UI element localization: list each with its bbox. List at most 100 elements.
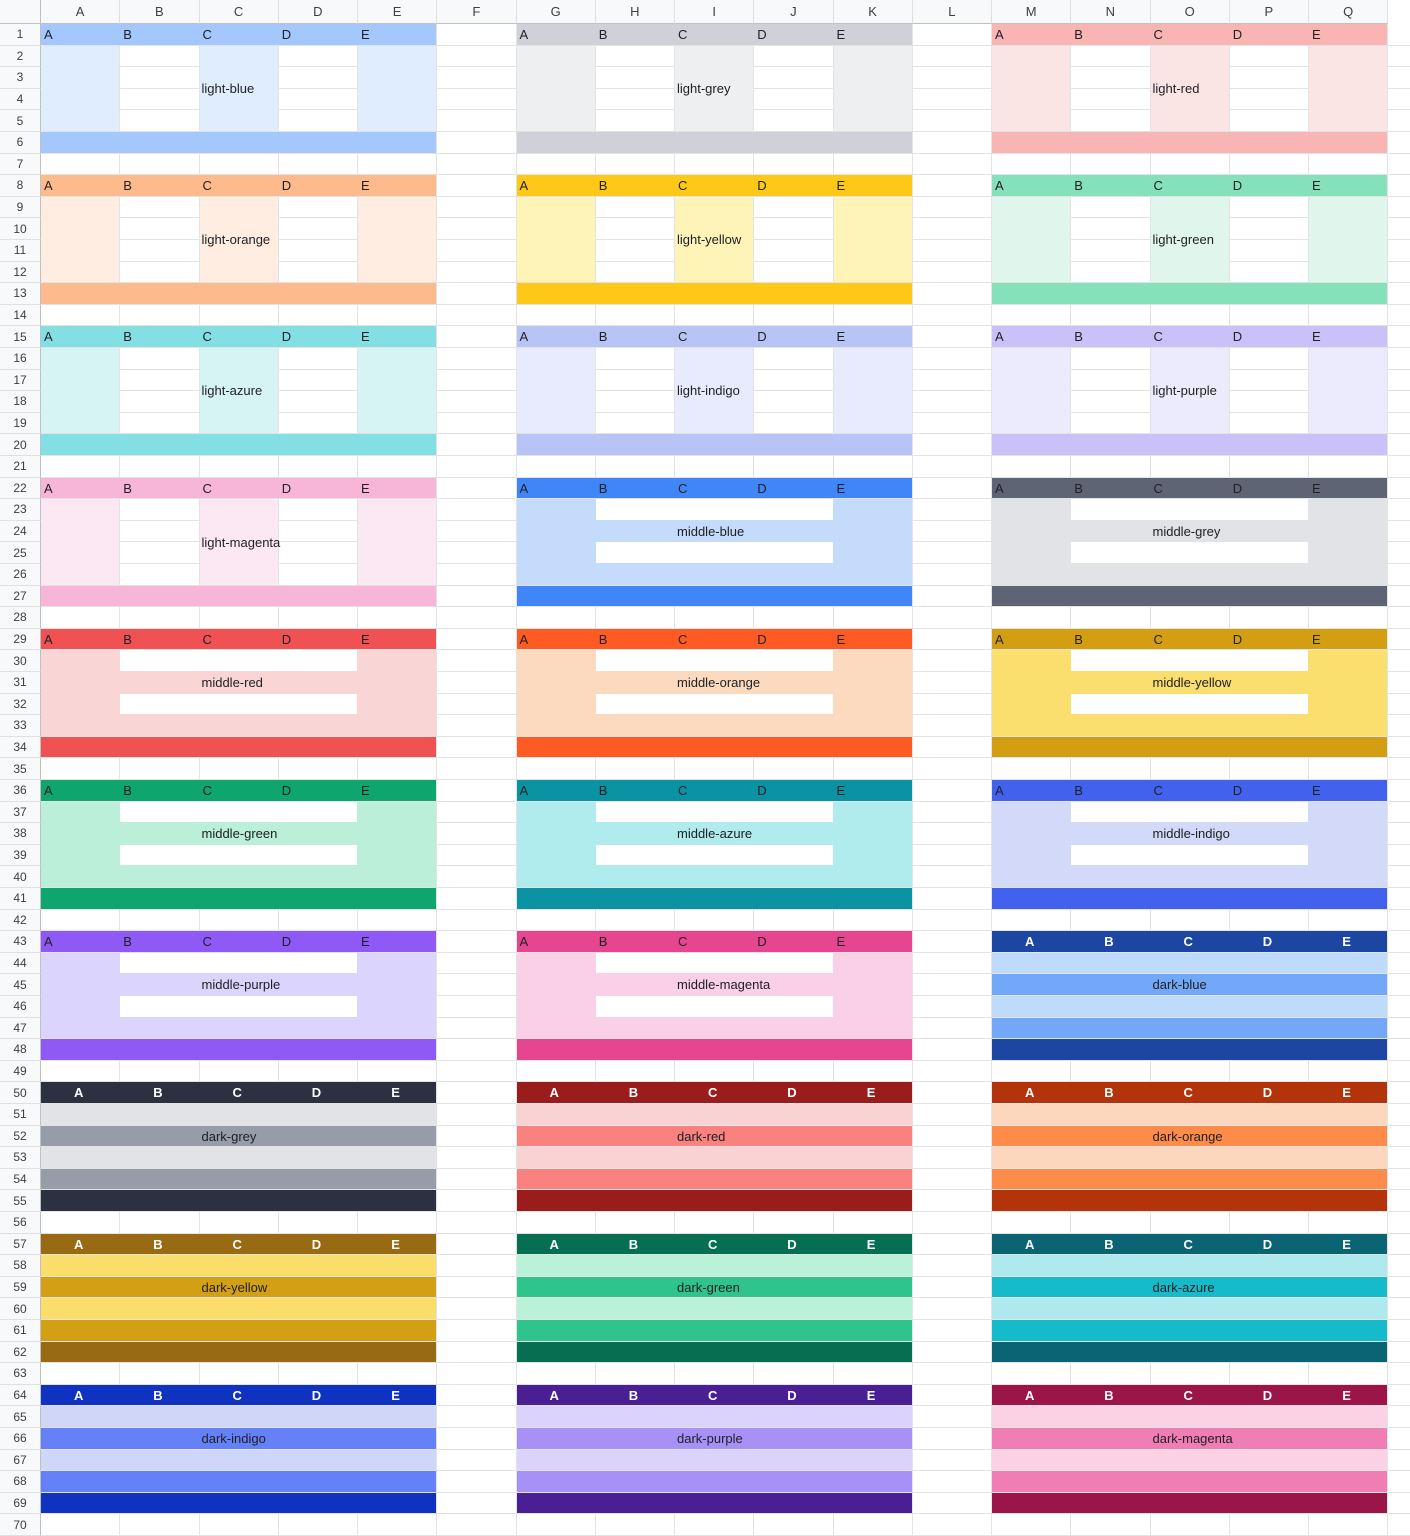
column-header-m[interactable]: M (992, 0, 1072, 24)
swatch-light-red-label: light-red (1152, 81, 1200, 96)
row-header-10[interactable]: 10 (0, 218, 41, 240)
row-header-56[interactable]: 56 (0, 1212, 41, 1234)
row-header-61[interactable]: 61 (0, 1320, 41, 1342)
row-header-1[interactable]: 1 (0, 24, 41, 46)
swatch-light-blue-footer-row (41, 132, 437, 153)
row-header-48[interactable]: 48 (0, 1039, 41, 1061)
row-header-31[interactable]: 31 (0, 672, 41, 694)
row-header-23[interactable]: 23 (0, 499, 41, 521)
row-header-2[interactable]: 2 (0, 45, 41, 68)
row-header-6[interactable]: 6 (0, 132, 41, 154)
row-header-49[interactable]: 49 (0, 1060, 41, 1083)
row-header-32[interactable]: 32 (0, 693, 41, 716)
row-header-12[interactable]: 12 (0, 261, 41, 284)
swatch-middle-green-header-row (41, 780, 437, 801)
row-header-70[interactable]: 70 (0, 1514, 41, 1536)
row-header-43[interactable]: 43 (0, 931, 41, 953)
row-header-50[interactable]: 50 (0, 1082, 41, 1104)
select-all-corner[interactable] (0, 0, 41, 24)
row-header-35[interactable]: 35 (0, 758, 41, 780)
row-header-47[interactable]: 47 (0, 1017, 41, 1040)
row-header-15[interactable]: 15 (0, 326, 41, 348)
column-header-a[interactable]: A (41, 0, 121, 24)
column-header-d[interactable]: D (278, 0, 358, 24)
row-header-9[interactable]: 9 (0, 196, 41, 219)
row-header-54[interactable]: 54 (0, 1168, 41, 1191)
row-header-38[interactable]: 38 (0, 823, 41, 845)
row-header-17[interactable]: 17 (0, 369, 41, 392)
column-header-k[interactable]: K (833, 0, 913, 24)
row-header-26[interactable]: 26 (0, 564, 41, 586)
row-header-37[interactable]: 37 (0, 801, 41, 824)
swatch-dark-magenta-band-row (992, 1406, 1388, 1427)
column-header-l[interactable]: L (912, 0, 992, 24)
row-header-36[interactable]: 36 (0, 780, 41, 802)
row-header-67[interactable]: 67 (0, 1449, 41, 1472)
column-header-e[interactable]: E (358, 0, 438, 24)
row-header-40[interactable]: 40 (0, 866, 41, 888)
row-header-22[interactable]: 22 (0, 477, 41, 500)
row-header-24[interactable]: 24 (0, 520, 41, 543)
header-letter-b: B (1104, 1085, 1114, 1101)
column-header-g[interactable]: G (516, 0, 596, 24)
row-header-58[interactable]: 58 (0, 1255, 41, 1277)
row-header-66[interactable]: 66 (0, 1428, 41, 1450)
row-header-29[interactable]: 29 (0, 628, 41, 651)
row-header-60[interactable]: 60 (0, 1298, 41, 1320)
row-header-30[interactable]: 30 (0, 650, 41, 672)
row-header-51[interactable]: 51 (0, 1104, 41, 1126)
row-header-52[interactable]: 52 (0, 1125, 41, 1148)
row-header-41[interactable]: 41 (0, 888, 41, 910)
row-header-55[interactable]: 55 (0, 1190, 41, 1212)
column-header-q[interactable]: Q (1309, 0, 1389, 24)
row-header-33[interactable]: 33 (0, 715, 41, 737)
swatch-light-magenta-band-col (41, 499, 120, 585)
row-header-42[interactable]: 42 (0, 909, 41, 932)
row-header-20[interactable]: 20 (0, 434, 41, 456)
row-header-3[interactable]: 3 (0, 67, 41, 89)
row-header-18[interactable]: 18 (0, 391, 41, 413)
row-header-57[interactable]: 57 (0, 1233, 41, 1256)
row-header-7[interactable]: 7 (0, 153, 41, 176)
swatch-middle-red-blank-row (120, 693, 357, 715)
row-header-8[interactable]: 8 (0, 175, 41, 197)
row-header-5[interactable]: 5 (0, 110, 41, 132)
row-header-4[interactable]: 4 (0, 88, 41, 111)
row-header-25[interactable]: 25 (0, 542, 41, 564)
swatch-middle-red-footer-row (41, 736, 437, 758)
column-header-f[interactable]: F (437, 0, 517, 24)
row-header-21[interactable]: 21 (0, 456, 41, 478)
row-header-16[interactable]: 16 (0, 348, 41, 370)
row-header-59[interactable]: 59 (0, 1276, 41, 1299)
row-header-65[interactable]: 65 (0, 1406, 41, 1428)
row-header-34[interactable]: 34 (0, 736, 41, 759)
column-header-n[interactable]: N (1071, 0, 1151, 24)
column-header-o[interactable]: O (1150, 0, 1230, 24)
row-header-13[interactable]: 13 (0, 283, 41, 305)
row-header-63[interactable]: 63 (0, 1363, 41, 1385)
row-header-68[interactable]: 68 (0, 1471, 41, 1493)
row-header-27[interactable]: 27 (0, 585, 41, 608)
row-header-45[interactable]: 45 (0, 974, 41, 996)
row-header-53[interactable]: 53 (0, 1147, 41, 1169)
row-header-44[interactable]: 44 (0, 952, 41, 975)
row-header-39[interactable]: 39 (0, 844, 41, 867)
row-header-28[interactable]: 28 (0, 607, 41, 629)
row-header-64[interactable]: 64 (0, 1384, 41, 1407)
column-header-j[interactable]: J (754, 0, 834, 24)
gridline (41, 606, 1410, 608)
spreadsheet-grid[interactable]: A B C D E F G H I J K L M N O P Q 1 2 3 4 5 6 7 8 9 10 11 12 13 14 15 16… (0, 0, 1410, 1536)
swatch-light-blue-band-col (41, 45, 120, 131)
row-header-19[interactable]: 19 (0, 412, 41, 435)
row-header-69[interactable]: 69 (0, 1492, 41, 1515)
row-header-14[interactable]: 14 (0, 304, 41, 327)
row-header-46[interactable]: 46 (0, 996, 41, 1018)
row-header-11[interactable]: 11 (0, 240, 41, 262)
column-header-p[interactable]: P (1229, 0, 1309, 24)
column-header-c[interactable]: C (199, 0, 279, 24)
column-header-h[interactable]: H (595, 0, 675, 24)
column-header-b[interactable]: B (120, 0, 200, 24)
row-header-62[interactable]: 62 (0, 1341, 41, 1364)
column-header-i[interactable]: I (675, 0, 755, 24)
header-letter-d: D (1262, 934, 1273, 950)
